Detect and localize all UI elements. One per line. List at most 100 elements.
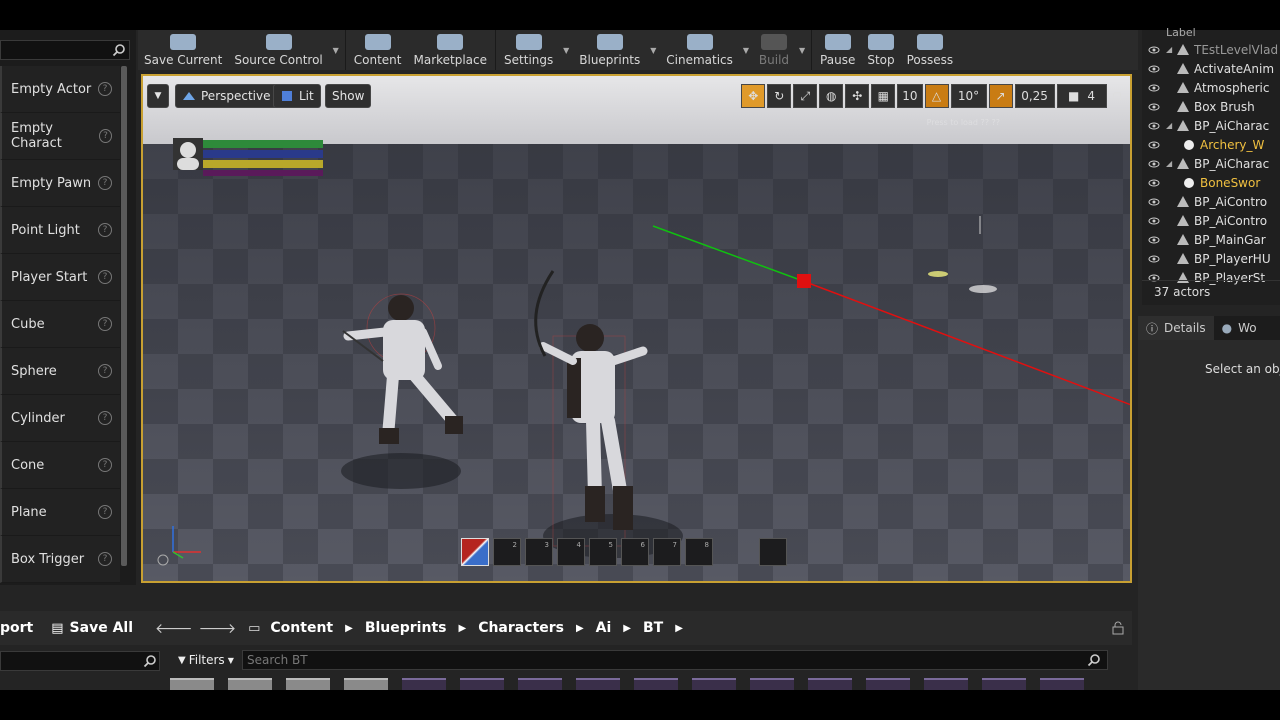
- asset-tile[interactable]: [692, 678, 736, 690]
- hotbar-slot[interactable]: 3: [525, 538, 553, 566]
- asset-tile[interactable]: [750, 678, 794, 690]
- asset-tile[interactable]: [170, 678, 214, 690]
- chevron-down-icon[interactable]: ▼: [559, 30, 573, 70]
- place-actor-item[interactable]: Player Start?: [0, 254, 120, 301]
- outliner-row[interactable]: ◢ BP_AiCharac: [1142, 154, 1280, 173]
- breadcrumb-item[interactable]: Content: [270, 620, 333, 636]
- import-button[interactable]: port: [0, 620, 33, 636]
- help-icon[interactable]: ?: [98, 411, 112, 425]
- asset-tile[interactable]: [924, 678, 968, 690]
- content-button[interactable]: Content: [348, 30, 408, 70]
- tab-details[interactable]: ⓘ Details: [1138, 316, 1214, 340]
- world-local-toggle[interactable]: ◍: [819, 84, 844, 108]
- breadcrumb-separator-icon[interactable]: ▶: [345, 623, 353, 634]
- place-actors-search-input[interactable]: [0, 40, 130, 60]
- chevron-down-icon[interactable]: ▼: [646, 30, 660, 70]
- asset-tile[interactable]: [576, 678, 620, 690]
- viewport-options-button[interactable]: ▼: [147, 84, 169, 108]
- visibility-eye-icon[interactable]: [1148, 44, 1160, 56]
- outliner-row[interactable]: Atmospheric: [1142, 78, 1280, 97]
- hotbar-slot[interactable]: [461, 538, 489, 566]
- visibility-eye-icon[interactable]: [1148, 101, 1160, 113]
- breadcrumb-item[interactable]: BT: [643, 620, 663, 636]
- possess-button[interactable]: Possess: [901, 30, 960, 70]
- chevron-down-icon[interactable]: ▼: [329, 30, 343, 70]
- outliner-row[interactable]: BP_MainGar: [1142, 230, 1280, 249]
- asset-tile[interactable]: [286, 678, 330, 690]
- breadcrumb-separator-icon[interactable]: ▶: [675, 623, 683, 634]
- source-control-button[interactable]: Source Control: [228, 30, 328, 70]
- forward-arrow-icon[interactable]: 🡒: [199, 620, 237, 637]
- visibility-eye-icon[interactable]: [1148, 158, 1160, 170]
- breadcrumb-separator-icon[interactable]: ▶: [458, 623, 466, 634]
- place-actors-scrollbar[interactable]: [121, 66, 127, 566]
- visibility-eye-icon[interactable]: [1148, 196, 1160, 208]
- place-actor-item[interactable]: Plane?: [0, 489, 120, 536]
- breadcrumb-item[interactable]: Ai: [596, 620, 612, 636]
- help-icon[interactable]: ?: [98, 270, 112, 284]
- scale-snap-value[interactable]: 0,25: [1014, 84, 1055, 108]
- gizmo-pivot[interactable]: [797, 274, 811, 288]
- outliner-row[interactable]: Archery_W: [1142, 135, 1280, 154]
- expand-arrow-icon[interactable]: ◢: [1166, 121, 1176, 130]
- pause-button[interactable]: Pause: [814, 30, 861, 70]
- translate-tool[interactable]: ✥: [741, 84, 766, 108]
- help-icon[interactable]: ?: [98, 505, 112, 519]
- stop-button[interactable]: Stop: [861, 30, 900, 70]
- outliner-row[interactable]: ActivateAnim: [1142, 59, 1280, 78]
- hotbar-slot[interactable]: 7: [653, 538, 681, 566]
- visibility-eye-icon[interactable]: [1148, 120, 1160, 132]
- scale-tool[interactable]: ⤢: [793, 84, 818, 108]
- place-actor-item[interactable]: Sphere?: [0, 348, 120, 395]
- ai-character-archer[interactable]: [534, 270, 683, 558]
- help-icon[interactable]: ?: [99, 129, 112, 143]
- hotbar-slot[interactable]: 2: [493, 538, 521, 566]
- help-icon[interactable]: ?: [98, 458, 112, 472]
- ai-character-swordsman[interactable]: [341, 293, 463, 489]
- cinematics-button[interactable]: Cinematics: [660, 30, 739, 70]
- visibility-eye-icon[interactable]: [1148, 215, 1160, 227]
- asset-tile[interactable]: [982, 678, 1026, 690]
- outliner-row[interactable]: ◢ TEstLevelVlad: [1142, 40, 1280, 59]
- hotbar-slot[interactable]: 6: [621, 538, 649, 566]
- place-actor-item[interactable]: Empty Charact?: [0, 113, 120, 160]
- asset-tile[interactable]: [808, 678, 852, 690]
- sources-search-input[interactable]: [0, 651, 160, 671]
- hotbar-slot[interactable]: 8: [685, 538, 713, 566]
- outliner-row[interactable]: BP_AiContro: [1142, 192, 1280, 211]
- save-all-button[interactable]: ▤ Save All: [51, 620, 133, 636]
- help-icon[interactable]: ?: [98, 552, 112, 566]
- place-actor-item[interactable]: Empty Actor?: [0, 66, 120, 113]
- outliner-row[interactable]: BP_PlayerHU: [1142, 249, 1280, 268]
- breadcrumb-item[interactable]: Characters: [478, 620, 564, 636]
- help-icon[interactable]: ?: [98, 82, 112, 96]
- tab-world-settings[interactable]: ● Wo: [1214, 316, 1265, 340]
- blueprints-button[interactable]: Blueprints: [573, 30, 646, 70]
- asset-tile[interactable]: [518, 678, 562, 690]
- camera-speed-button[interactable]: ■ 4: [1056, 84, 1107, 108]
- outliner-row[interactable]: BoneSwor: [1142, 173, 1280, 192]
- asset-tile[interactable]: [634, 678, 678, 690]
- visibility-eye-icon[interactable]: [1148, 177, 1160, 189]
- asset-tile[interactable]: [1040, 678, 1084, 690]
- chevron-down-icon[interactable]: ▼: [795, 30, 809, 70]
- outliner-row[interactable]: ◢ BP_AiCharac: [1142, 116, 1280, 135]
- settings-button[interactable]: Settings: [498, 30, 559, 70]
- help-icon[interactable]: ?: [98, 364, 112, 378]
- visibility-eye-icon[interactable]: [1148, 82, 1160, 94]
- hotbar-extra-slot[interactable]: [759, 538, 787, 566]
- back-arrow-icon[interactable]: 🡐: [155, 620, 193, 637]
- grid-snap-toggle[interactable]: ▦: [871, 84, 896, 108]
- place-actor-item[interactable]: Empty Pawn?: [0, 160, 120, 207]
- visibility-eye-icon[interactable]: [1148, 63, 1160, 75]
- asset-tile[interactable]: [460, 678, 504, 690]
- hotbar-slot[interactable]: 4: [557, 538, 585, 566]
- level-viewport[interactable]: Press to load ?? ?? ▼ Perspective Lit Sh…: [141, 74, 1132, 583]
- marketplace-button[interactable]: Marketplace: [407, 30, 493, 70]
- save-current-button[interactable]: Save Current: [138, 30, 228, 70]
- visibility-eye-icon[interactable]: [1148, 253, 1160, 265]
- scale-snap-toggle[interactable]: ↗: [988, 84, 1013, 108]
- help-icon[interactable]: ?: [98, 223, 112, 237]
- maximize-viewport-button[interactable]: ▢: [1109, 84, 1126, 108]
- place-actor-item[interactable]: Cube?: [0, 301, 120, 348]
